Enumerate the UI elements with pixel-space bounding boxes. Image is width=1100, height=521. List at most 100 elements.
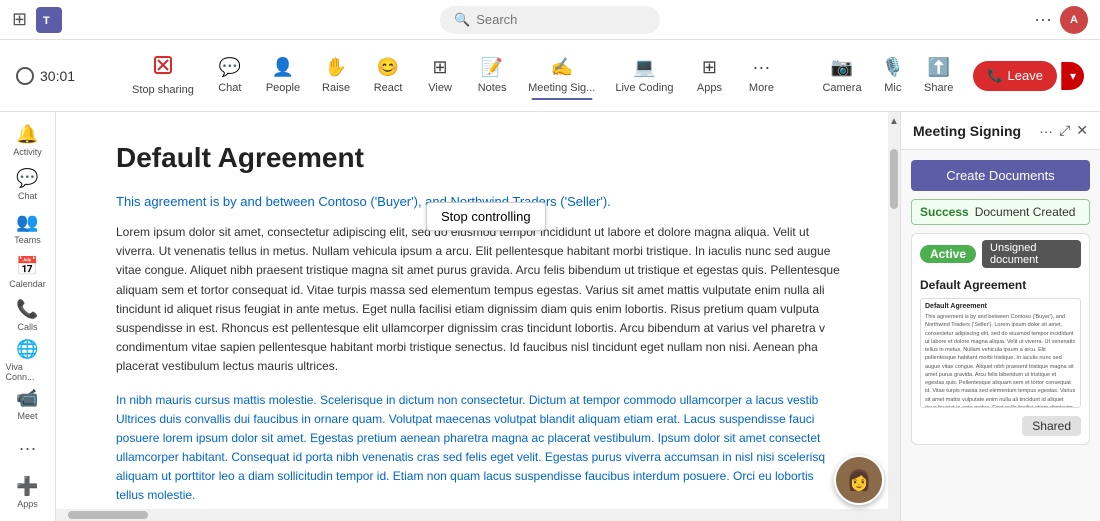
- hscrollbar-thumb[interactable]: [68, 511, 148, 519]
- mic-icon: 🎙️: [882, 57, 904, 78]
- create-documents-button[interactable]: Create Documents: [911, 160, 1090, 191]
- grid-icon[interactable]: ⊞: [12, 9, 27, 30]
- meeting-sig-icon: ✍️: [551, 57, 573, 78]
- calls-icon: 📞: [16, 299, 38, 320]
- activity-icon: 🔔: [16, 124, 38, 145]
- camera-icon: 📷: [831, 57, 853, 78]
- raise-icon: ✋: [325, 57, 347, 78]
- doc-paragraph-1: Lorem ipsum dolor sit amet, consectetur …: [116, 223, 840, 377]
- teams-logo: T: [35, 6, 63, 34]
- more-icon: ···: [752, 57, 770, 78]
- panel-close-icon[interactable]: ✕: [1076, 122, 1088, 139]
- search-icon: 🔍: [454, 12, 470, 28]
- toolbar-items: Stop sharing 💬 Chat 👤 People ✋ Raise 😊 R…: [95, 49, 814, 102]
- leave-button[interactable]: 📞 Leave: [973, 61, 1057, 91]
- chat-button[interactable]: 💬 Chat: [204, 51, 256, 100]
- people-button[interactable]: 👤 People: [256, 51, 310, 100]
- notes-icon: 📝: [481, 57, 503, 78]
- apps-sidebar-icon: ➕: [16, 476, 38, 497]
- stop-controlling-button[interactable]: Stop controlling: [426, 202, 546, 231]
- meeting-sig-label: Meeting Sig...: [528, 82, 595, 94]
- stop-sharing-label: Stop sharing: [132, 84, 194, 96]
- sidebar-item-teams[interactable]: 👥 Teams: [6, 208, 50, 250]
- user-avatar: 👩: [834, 455, 884, 505]
- live-coding-label: Live Coding: [615, 82, 673, 94]
- scroll-up-arrow[interactable]: ▲: [887, 114, 900, 129]
- toolbar-right: 📷 Camera 🎙️ Mic ⬆️ Share 📞 Leave ▾: [814, 51, 1084, 100]
- sidebar-item-more[interactable]: ···: [6, 428, 50, 470]
- meet-icon: 📹: [16, 388, 38, 409]
- horizontal-scrollbar[interactable]: [56, 509, 888, 521]
- view-icon: ⊞: [433, 57, 448, 78]
- chat-sidebar-icon: 💬: [16, 168, 38, 189]
- mic-button[interactable]: 🎙️ Mic: [874, 51, 912, 100]
- share-button[interactable]: ⬆️ Share: [916, 51, 961, 100]
- teams-sidebar-label: Teams: [14, 235, 41, 245]
- stop-sharing-button[interactable]: Stop sharing: [122, 49, 204, 102]
- sidebar-item-meet[interactable]: 📹 Meet: [6, 384, 50, 426]
- search-input[interactable]: [476, 12, 636, 27]
- panel-more-icon[interactable]: ···: [1039, 123, 1053, 139]
- raise-button[interactable]: ✋ Raise: [310, 51, 362, 100]
- view-button[interactable]: ⊞ View: [414, 51, 466, 100]
- panel-expand-icon[interactable]: ⤢: [1059, 122, 1070, 139]
- more-button[interactable]: ··· More: [735, 51, 787, 100]
- document-area: Stop controlling Default Agreement This …: [56, 112, 900, 521]
- sidebar-item-calls[interactable]: 📞 Calls: [6, 295, 50, 337]
- raise-label: Raise: [322, 82, 350, 94]
- sidebar-item-viva[interactable]: 🌐 Viva Conn...: [6, 339, 50, 382]
- share-label: Share: [924, 82, 953, 94]
- top-bar: ⊞ T 🔍 ··· A: [0, 0, 1100, 40]
- success-bar: Success Document Created: [911, 199, 1090, 225]
- sidebar-item-apps[interactable]: ➕ Apps: [6, 471, 50, 513]
- calendar-icon: 📅: [16, 256, 38, 277]
- unsigned-badge: Unsigned document: [982, 240, 1081, 268]
- doc-card-header: Active Unsigned document: [912, 234, 1089, 274]
- more-sidebar-icon: ···: [19, 438, 37, 459]
- teams-sidebar-icon: 👥: [16, 212, 38, 233]
- shared-badge-row: Shared: [912, 412, 1089, 444]
- chat-icon: 💬: [219, 57, 241, 78]
- camera-button[interactable]: 📷 Camera: [814, 51, 869, 100]
- mic-label: Mic: [884, 82, 901, 94]
- top-bar-right: ··· A: [1034, 6, 1088, 34]
- more-icon[interactable]: ···: [1034, 9, 1052, 30]
- main-area: 🔔 Activity 💬 Chat 👥 Teams 📅 Calendar 📞 C…: [0, 112, 1100, 521]
- notes-label: Notes: [478, 82, 507, 94]
- timer-area: 30:01: [16, 67, 75, 85]
- vertical-scrollbar[interactable]: ▲: [888, 112, 900, 521]
- camera-label: Camera: [822, 82, 861, 94]
- view-label: View: [428, 82, 452, 94]
- timer-circle: [16, 67, 34, 85]
- sidebar-item-chat[interactable]: 💬 Chat: [6, 164, 50, 206]
- document-body: Lorem ipsum dolor sit amet, consectetur …: [116, 223, 840, 521]
- doc-preview-title: Default Agreement: [925, 303, 1076, 310]
- viva-icon: 🌐: [16, 339, 38, 360]
- document-card: Active Unsigned document Default Agreeme…: [911, 233, 1090, 445]
- timer-display: 30:01: [40, 68, 75, 84]
- search-box[interactable]: 🔍: [440, 6, 660, 34]
- leave-label: Leave: [1008, 68, 1043, 83]
- people-icon: 👤: [272, 57, 294, 78]
- left-sidebar: 🔔 Activity 💬 Chat 👥 Teams 📅 Calendar 📞 C…: [0, 112, 56, 521]
- scrollbar-thumb[interactable]: [890, 149, 898, 209]
- more-label: More: [749, 82, 774, 94]
- react-icon: 😊: [377, 57, 399, 78]
- live-coding-button[interactable]: 💻 Live Coding: [605, 51, 683, 100]
- chat-label: Chat: [218, 82, 241, 94]
- apps-icon: ⊞: [702, 57, 717, 78]
- sidebar-item-activity[interactable]: 🔔 Activity: [6, 120, 50, 162]
- notes-button[interactable]: 📝 Notes: [466, 51, 518, 100]
- viva-label: Viva Conn...: [6, 362, 50, 382]
- panel-header: Meeting Signing ··· ⤢ ✕: [901, 112, 1100, 150]
- people-label: People: [266, 82, 300, 94]
- react-button[interactable]: 😊 React: [362, 51, 414, 100]
- share-icon: ⬆️: [927, 57, 949, 78]
- meeting-sig-button[interactable]: ✍️ Meeting Sig...: [518, 51, 605, 100]
- apps-button[interactable]: ⊞ Apps: [683, 51, 735, 100]
- success-text: Document Created: [975, 205, 1076, 219]
- sidebar-item-calendar[interactable]: 📅 Calendar: [6, 251, 50, 293]
- leave-dropdown-button[interactable]: ▾: [1061, 62, 1084, 90]
- react-label: React: [374, 82, 403, 94]
- meet-label: Meet: [17, 411, 37, 421]
